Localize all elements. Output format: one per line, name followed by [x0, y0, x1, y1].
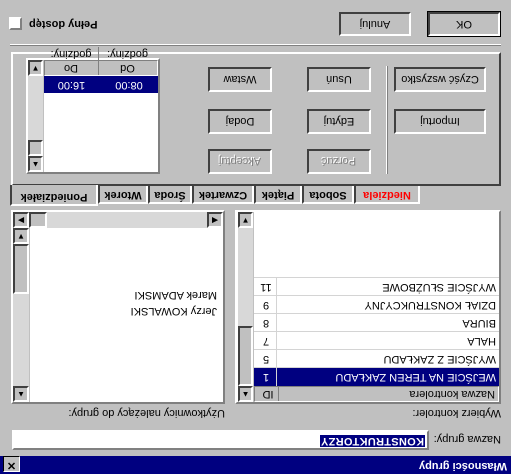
- tab-day[interactable]: Poniedziałek: [10, 185, 98, 206]
- column-header-name[interactable]: Nazwa kontrolera: [409, 387, 495, 401]
- scroll-left-button[interactable]: ◀: [207, 212, 223, 228]
- scroll-down-button[interactable]: ▼: [238, 212, 253, 228]
- table-row[interactable]: BIURA 8: [254, 313, 499, 332]
- cancel-button[interactable]: Anuluj: [339, 12, 411, 36]
- scroll-thumb[interactable]: [238, 326, 253, 386]
- separator: [386, 66, 388, 174]
- controller-name: WEJŚCIE NA TEREN ZAKŁADU: [335, 371, 496, 383]
- ok-button[interactable]: OK: [427, 11, 501, 37]
- tab-day[interactable]: Sobota: [302, 186, 354, 204]
- controller-list-scrollbar[interactable]: ▲ ▼: [238, 212, 254, 402]
- controller-name: WYJŚCIE SŁUŻBOWE: [382, 281, 496, 293]
- controller-id: 11: [256, 278, 277, 296]
- schedule-scrollbar[interactable]: ▲ ▼: [28, 60, 44, 172]
- tab-day[interactable]: Środa: [148, 186, 192, 204]
- group-name-field[interactable]: KONSTRUKTORZY: [12, 430, 429, 450]
- divider: [10, 44, 501, 46]
- day-tabs: Poniedziałek Wtorek Środa Czwartek Piątek Sob…: [10, 184, 434, 206]
- controller-id: 1: [256, 368, 277, 386]
- scroll-right-button[interactable]: ▶: [13, 212, 29, 228]
- arrow-up-icon: ▲: [31, 160, 40, 169]
- column-header-id[interactable]: ID: [258, 387, 279, 401]
- arrow-down-icon: ▼: [31, 64, 40, 73]
- arrow-right-icon: ▶: [17, 216, 25, 225]
- tab-day[interactable]: Wtorek: [98, 186, 148, 204]
- schedule-to: 16:00: [57, 79, 86, 91]
- scroll-thumb[interactable]: [29, 212, 47, 228]
- scroll-up-button[interactable]: ▲: [13, 386, 29, 402]
- tab-day[interactable]: Czwartek: [192, 186, 254, 204]
- tab-panel: Od godziny: Do godziny: 08:00 16:00 ▲ ▼ …: [11, 47, 501, 186]
- table-row[interactable]: WYJŚCIE Z ZAKŁADU 5: [254, 349, 499, 368]
- importuj-button[interactable]: Importuj: [394, 109, 486, 134]
- scroll-thumb[interactable]: [28, 140, 43, 156]
- tab-day[interactable]: Niedziela: [354, 186, 420, 204]
- column-header-from[interactable]: Od godziny:: [98, 47, 156, 75]
- wstaw-button[interactable]: Wstaw: [208, 67, 272, 92]
- group-name-value: KONSTRUKTORZY: [319, 435, 425, 447]
- arrow-down-icon: ▼: [17, 232, 25, 241]
- controller-list-header: Nazwa kontrolera ID: [254, 386, 499, 402]
- users-list-vscroll[interactable]: ▲ ▼: [13, 228, 30, 402]
- controller-name: BIURA: [462, 317, 496, 329]
- controller-id: 5: [256, 350, 277, 368]
- user-item[interactable]: Marek ADAMSKI: [134, 289, 217, 301]
- akceptuj-button[interactable]: Akceptuj: [208, 149, 272, 174]
- controller-list[interactable]: Nazwa kontrolera ID WEJŚCIE NA TEREN ZAK…: [235, 210, 501, 404]
- controller-name: DZIAŁ KONSTRUKCYJNY: [364, 299, 496, 311]
- users-list[interactable]: Marek ADAMSKI Jerzy KOWALSKI ▲ ▼ ◀ ▶: [11, 210, 225, 404]
- arrow-down-icon: ▼: [241, 216, 250, 225]
- wyczysc-button[interactable]: Czyść wszystko: [394, 67, 486, 92]
- scroll-up-button[interactable]: ▲: [238, 386, 253, 402]
- usun-button[interactable]: Usuń: [307, 67, 371, 92]
- schedule-header: Od godziny: Do godziny:: [44, 47, 158, 76]
- schedule-from: 08:00: [115, 79, 143, 91]
- close-button[interactable]: ✕: [3, 456, 20, 472]
- arrow-left-icon: ◀: [211, 216, 219, 225]
- schedule-list[interactable]: Od godziny: Do godziny: 08:00 16:00 ▲ ▼: [26, 47, 160, 174]
- scroll-down-button[interactable]: ▼: [28, 60, 43, 76]
- controller-label: Wybierz kontroler:: [412, 407, 501, 419]
- porzuc-button[interactable]: Porzuć: [307, 149, 371, 174]
- user-item[interactable]: Jerzy KOWALSKI: [131, 305, 217, 317]
- arrow-up-icon: ▲: [241, 390, 250, 399]
- full-access-checkbox[interactable]: Pełny dostęp: [7, 15, 127, 31]
- scroll-up-button[interactable]: ▲: [28, 156, 43, 172]
- table-row[interactable]: WEJŚCIE NA TEREN ZAKŁADU 1: [254, 367, 499, 386]
- group-name-label: Nazwa grupy:: [433, 433, 501, 445]
- table-row[interactable]: DZIAŁ KONSTRUKCYJNY 9: [254, 295, 499, 314]
- controller-id: 8: [256, 314, 277, 332]
- column-header-to[interactable]: Do godziny:: [44, 47, 98, 75]
- window-title: Własności grupy: [418, 460, 507, 472]
- controller-id: 9: [256, 296, 277, 314]
- arrow-up-icon: ▲: [17, 390, 25, 399]
- schedule-row[interactable]: 08:00 16:00: [44, 76, 158, 93]
- controller-name: HALA: [467, 335, 496, 347]
- table-row[interactable]: WYJŚCIE SŁUŻBOWE 11: [254, 277, 499, 296]
- users-label: Użytkownicy należący do grupy:: [68, 407, 225, 419]
- edytuj-button[interactable]: Edytuj: [307, 109, 371, 134]
- scroll-down-button[interactable]: ▼: [13, 228, 29, 244]
- scroll-thumb[interactable]: [13, 244, 29, 294]
- tab-day[interactable]: Piątek: [254, 186, 302, 204]
- dodaj-button[interactable]: Dodaj: [208, 109, 272, 134]
- controller-name: WYJŚCIE Z ZAKŁADU: [383, 353, 496, 365]
- table-row[interactable]: HALA 7: [254, 331, 499, 350]
- full-access-label: Pełny dostęp: [29, 18, 98, 30]
- controller-id: 7: [256, 332, 277, 350]
- dialog-window: Własności grupy ✕ Nazwa grupy: KONSTRUKT…: [0, 0, 511, 474]
- checkbox-box[interactable]: [9, 17, 22, 30]
- users-list-hscroll[interactable]: ◀ ▶: [13, 212, 223, 228]
- close-icon: ✕: [6, 459, 17, 471]
- title-bar[interactable]: Własności grupy ✕: [0, 456, 511, 474]
